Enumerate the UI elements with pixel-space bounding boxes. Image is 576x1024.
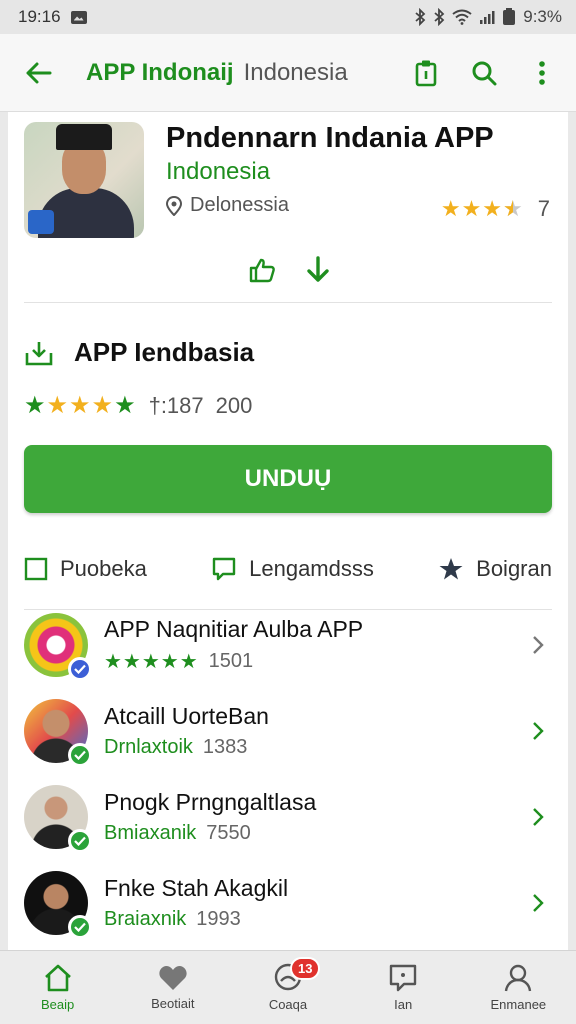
bottom-navigation: Beaip Beotiait 13 Coaqa Ian Enmanee [0,950,576,1024]
thumbs-up-icon [249,258,275,283]
list-item[interactable]: Pnogk Prngngaltlasa Bmiaxanik 7550 [8,774,568,860]
download-button[interactable]: UNDUỤ [24,445,552,513]
location-pin-icon [166,195,182,216]
rating-stars: ★★★★★ [104,651,199,673]
list-item-count: 7550 [206,822,251,844]
app-bar-title: APP Indonaij [86,58,234,86]
tab-boigran[interactable]: Boigran [438,556,552,582]
message-icon [389,964,417,992]
battery-percent: 9:3% [523,7,562,26]
search-icon [472,61,497,85]
signal-icon [480,11,495,24]
nav-label: Ian [394,997,413,1012]
list-item-title: Pnogk Prngngaltlasa [104,789,317,815]
bluetooth-icon [434,8,445,26]
nav-messages[interactable]: Ian [353,963,453,1012]
list-item-title: Fnke Stah Akagkil [104,875,289,901]
search-button[interactable] [468,57,500,89]
home-icon [44,964,71,992]
nav-home[interactable]: Beaip [8,963,108,1012]
tab-label: Puobeka [60,556,147,581]
tab-lengamdsss[interactable]: Lengamdsss [211,556,374,582]
chevron-right-icon [524,631,552,659]
wifi-icon [452,9,472,25]
header-rating: ★★★★★ 7 [441,196,550,222]
section-title: APP Iendbasia [74,337,255,367]
nav-chat[interactable]: 13 Coaqa [238,957,338,1012]
nav-favorites[interactable]: Beotiait [123,964,223,1011]
chevron-right-icon [524,803,552,831]
star-icon [439,558,463,580]
rating-stars: ★★★★★ [440,196,524,221]
back-arrow-icon [26,62,52,83]
app-bar-subtitle: Indonesia [243,58,348,86]
bluetooth-icon [415,8,426,26]
app-icon-avatar [24,122,144,238]
comment-icon [212,557,236,581]
list-item-title: Atcaill UorteBan [104,703,269,729]
related-apps-list: APP Naqnitiar Aulba APP ★★★★★ 1501 Atcai… [8,602,568,946]
list-item-count: 1501 [208,650,254,672]
battery-icon [503,8,516,25]
image-notification-icon [70,10,87,24]
list-item-title: APP Naqnitiar Aulba APP [104,616,364,642]
chevron-right-icon [524,717,552,745]
list-item-count: 1383 [202,736,248,758]
download-tray-icon [25,341,53,365]
list-item[interactable]: APP Naqnitiar Aulba APP ★★★★★ 1501 [8,602,568,688]
verified-badge-icon [68,829,92,853]
verified-badge-icon [68,743,92,767]
avatar [24,871,92,939]
vote-actions [246,254,334,286]
avatar [24,785,92,853]
tab-label: Lengamdsss [249,556,374,581]
chevron-right-icon [524,889,552,917]
nav-profile[interactable]: Enmanee [468,963,568,1012]
profile-icon [505,964,532,992]
download-section: APP Iendbasia ★★★★★ †:187 200 UNDUỤ [8,303,568,513]
main-content: Pndennarn Indania APP Indonesia Deloness… [8,112,568,950]
list-item-subtitle: Bmiaxanik [104,822,197,844]
app-bar: APP Indonaij Indonesia [0,34,576,112]
verified-badge-icon [68,657,92,681]
tab-puobeka[interactable]: Puobeka [24,556,147,582]
nav-label: Beotiait [151,996,195,1011]
status-bar: 19:16 9:3% [0,0,576,34]
arrow-down-icon [307,256,329,282]
section-rating: ★★★★★ †:187 200 [24,391,252,420]
download-arrow-button[interactable] [302,254,334,286]
square-icon [24,557,48,581]
app-header: Pndennarn Indania APP Indonesia Deloness… [8,112,568,302]
nav-label: Coaqa [268,997,308,1012]
list-item[interactable]: Fnke Stah Akagkil Braiaxnik 1993 [8,860,568,946]
verified-badge-icon [68,915,92,939]
heart-icon [159,966,187,990]
avatar [24,699,92,767]
clipboard-icon [415,60,437,86]
rating-stars: ★★★★★ [24,392,137,419]
nav-label: Enmanee [490,997,547,1012]
rating-text: †:187 [148,392,204,418]
tab-label: Boigran [476,556,552,581]
back-button[interactable] [18,53,58,93]
more-options-button[interactable] [526,57,558,89]
list-item-subtitle: Braiaxnik [104,908,187,930]
review-count: 200 [215,392,253,418]
list-item[interactable]: Atcaill UorteBan Drnlaxtoik 1383 [8,688,568,774]
location-label: Delonessia [190,194,289,216]
clipboard-button[interactable] [410,57,442,89]
status-time: 19:16 [18,7,61,26]
list-item-subtitle: Drnlaxtoik [104,736,193,758]
app-logo-icon [24,613,92,681]
app-location: Delonessia [166,194,289,217]
like-button[interactable] [246,254,278,286]
tabs-row: Puobeka Lengamdsss Boigran [8,529,568,609]
list-item-count: 1993 [196,908,241,930]
notification-badge: 13 [289,957,321,980]
page-title: Pndennarn Indania APP [166,122,494,154]
app-country: Indonesia [166,158,271,185]
more-vertical-icon [539,60,545,85]
nav-label: Beaip [40,997,75,1012]
rating-value: 7 [537,196,550,221]
